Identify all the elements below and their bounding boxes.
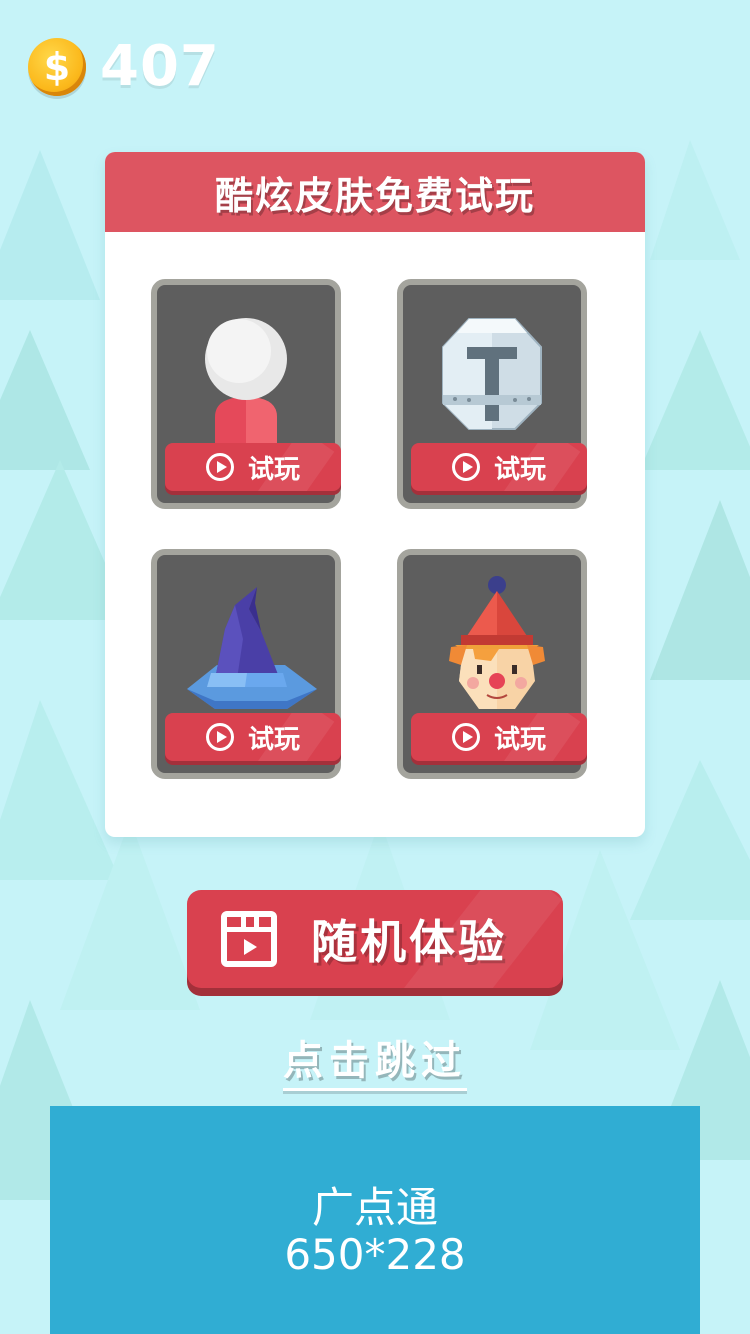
wizard-hat-icon	[187, 587, 317, 709]
try-label: 试玩	[247, 724, 300, 755]
try-label: 试玩	[247, 454, 300, 485]
try-button-clown[interactable]: 试玩	[411, 713, 587, 761]
film-icon	[221, 911, 277, 967]
skin-card-clown: 试玩	[397, 549, 587, 779]
ad-size-label: 650*228	[284, 1230, 466, 1279]
coin-counter: $ 407	[28, 34, 220, 99]
skip-container: 点击跳过	[0, 1028, 750, 1091]
knight-helmet-icon	[442, 318, 542, 430]
try-label: 试玩	[493, 454, 546, 485]
random-button-label: 随机体验	[311, 915, 507, 969]
clown-face-icon	[449, 576, 545, 709]
ad-banner[interactable]: 广点通 650*228	[50, 1106, 700, 1334]
play-icon	[205, 723, 234, 751]
skin-trial-panel: 酷炫皮肤免费试玩 试玩 试玩 试玩 试玩	[105, 152, 645, 837]
skin-card-knight-helmet: 试玩	[397, 279, 587, 509]
try-button-wizard-hat[interactable]: 试玩	[165, 713, 341, 761]
skip-link[interactable]: 点击跳过	[283, 1038, 467, 1091]
random-experience-button[interactable]: 随机体验	[187, 890, 563, 988]
skin-card-wizard-hat: 试玩	[151, 549, 341, 779]
coin-count: 407	[100, 34, 220, 99]
try-button-stickman[interactable]: 试玩	[165, 443, 341, 491]
ad-provider-label: 广点通	[311, 1183, 438, 1232]
play-icon	[451, 723, 480, 751]
stickman-avatar-icon	[205, 318, 287, 449]
panel-title: 酷炫皮肤免费试玩	[105, 152, 645, 232]
try-label: 试玩	[493, 724, 546, 755]
skin-card-stickman: 试玩	[151, 279, 341, 509]
play-icon	[451, 453, 480, 481]
try-button-knight-helmet[interactable]: 试玩	[411, 443, 587, 491]
play-icon	[205, 453, 234, 481]
coin-icon: $	[28, 37, 86, 96]
